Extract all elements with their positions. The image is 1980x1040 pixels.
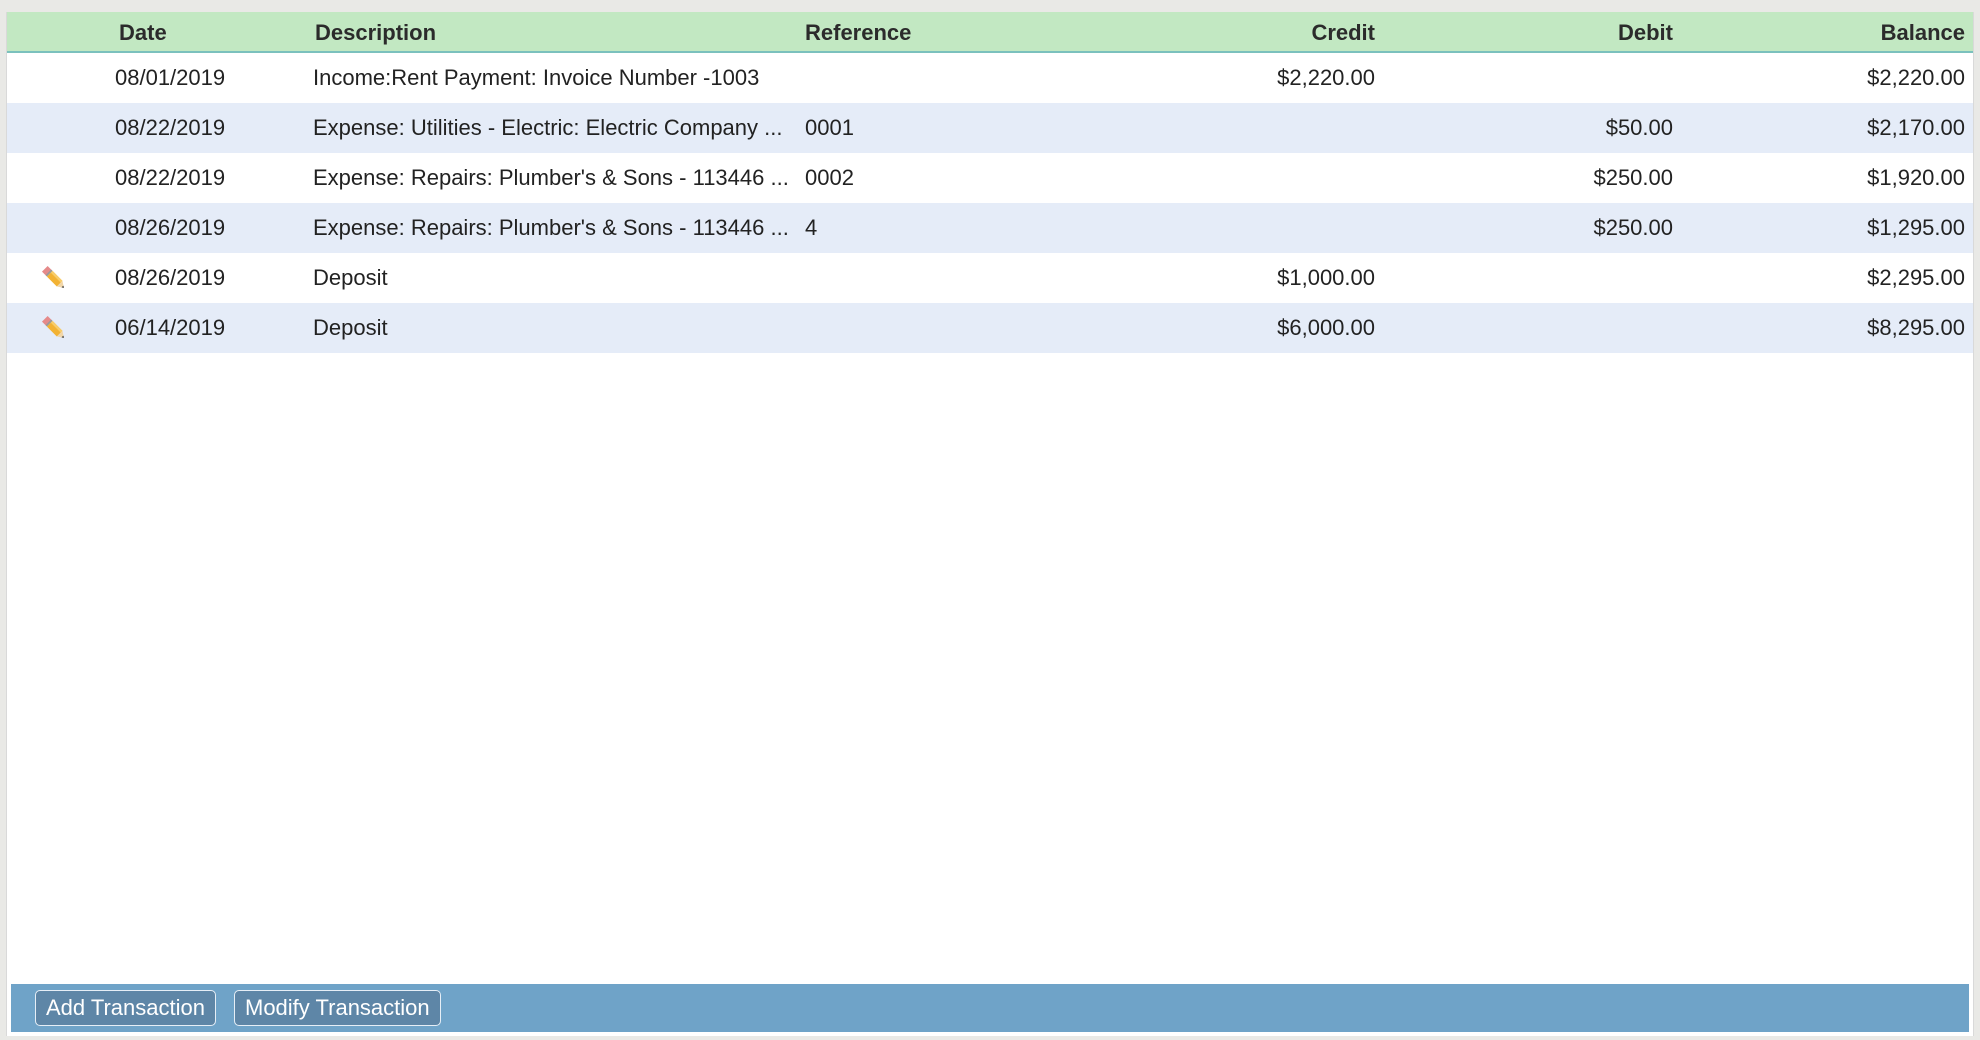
cell-balance: $2,220.00 — [1867, 65, 1965, 90]
pencil-icon[interactable] — [39, 264, 69, 292]
table-row[interactable]: 08/26/2019 Deposit $1,000.00 $2,295.00 — [7, 253, 1973, 303]
table-row[interactable]: 08/22/2019 Expense: Repairs: Plumber's & … — [7, 153, 1973, 203]
cell-date: 08/22/2019 — [115, 115, 226, 140]
column-header-balance[interactable]: Balance — [1881, 12, 1965, 53]
cell-description: Deposit — [313, 315, 388, 340]
cell-description: Expense: Utilities - Electric: Electric … — [313, 115, 783, 140]
cell-reference: 0001 — [805, 115, 854, 140]
cell-debit: $250.00 — [1593, 165, 1673, 190]
table-row[interactable]: 08/01/2019 Income:Rent Payment: Invoice N… — [7, 53, 1973, 103]
cell-description: Expense: Repairs: Plumber's & Sons - 113… — [313, 215, 789, 240]
cell-balance: $2,295.00 — [1867, 265, 1965, 290]
cell-credit: $1,000.00 — [1277, 265, 1375, 290]
cell-reference: 4 — [805, 215, 818, 240]
cell-balance: $1,920.00 — [1867, 165, 1965, 190]
table-body: 08/01/2019 Income:Rent Payment: Invoice N… — [7, 53, 1973, 353]
modify-transaction-button[interactable]: Modify Transaction — [234, 990, 441, 1026]
cell-date: 08/01/2019 — [115, 65, 226, 90]
cell-date: 08/22/2019 — [115, 165, 226, 190]
cell-description: Expense: Repairs: Plumber's & Sons - 113… — [313, 165, 789, 190]
cell-reference: 0002 — [805, 165, 854, 190]
cell-balance: $2,170.00 — [1867, 115, 1965, 140]
column-header-description[interactable]: Description — [315, 12, 436, 53]
cell-debit: $250.00 — [1593, 215, 1673, 240]
column-header-date[interactable]: Date — [119, 12, 167, 53]
table-row[interactable]: 08/22/2019 Expense: Utilities - Electric:… — [7, 103, 1973, 153]
cell-credit: $6,000.00 — [1277, 315, 1375, 340]
cell-date: 08/26/2019 — [115, 265, 226, 290]
column-header-debit[interactable]: Debit — [1618, 12, 1673, 53]
column-header-reference[interactable]: Reference — [805, 12, 911, 53]
add-transaction-button[interactable]: Add Transaction — [35, 990, 216, 1026]
cell-credit: $2,220.00 — [1277, 65, 1375, 90]
cell-balance: $1,295.00 — [1867, 215, 1965, 240]
cell-description: Income:Rent Payment: Invoice Number -100… — [313, 65, 760, 90]
transactions-panel: Date Description Reference Credit Debit … — [6, 12, 1974, 1036]
table-header: Date Description Reference Credit Debit … — [7, 12, 1973, 53]
cell-balance: $8,295.00 — [1867, 315, 1965, 340]
column-header-credit[interactable]: Credit — [1311, 12, 1375, 53]
cell-description: Deposit — [313, 265, 388, 290]
cell-debit: $50.00 — [1605, 115, 1673, 140]
table-row[interactable]: 06/14/2019 Deposit $6,000.00 $8,295.00 — [7, 303, 1973, 353]
table-row[interactable]: 08/26/2019 Expense: Repairs: Plumber's & … — [7, 203, 1973, 253]
bottom-toolbar: Add Transaction Modify Transaction — [11, 984, 1969, 1032]
cell-date: 08/26/2019 — [115, 215, 226, 240]
cell-date: 06/14/2019 — [115, 315, 226, 340]
pencil-icon[interactable] — [39, 314, 69, 342]
